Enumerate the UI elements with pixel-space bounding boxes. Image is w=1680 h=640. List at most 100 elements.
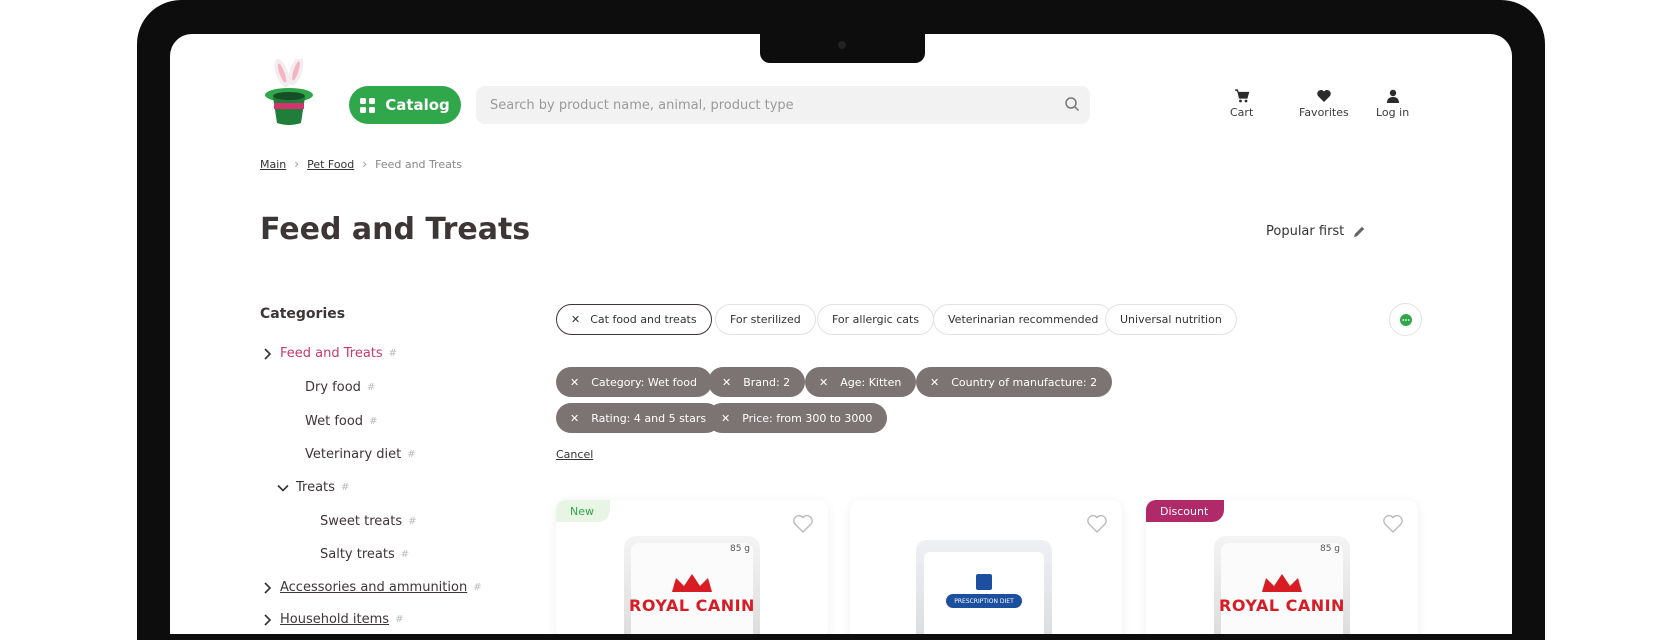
active-filter-label: Country of manufacture: 2 (951, 375, 1098, 389)
active-filter-brand[interactable]: ✕ Brand: 2 (708, 367, 806, 397)
breadcrumb-current: Feed and Treats (375, 157, 462, 171)
sidebar-item-label: Accessories and ammunition (280, 580, 468, 595)
quick-filter-label: For sterilized (730, 313, 801, 326)
close-icon[interactable]: ✕ (722, 376, 731, 389)
product-brand: ROYAL CANIN (1219, 596, 1345, 615)
catalog-button[interactable]: Catalog (349, 86, 461, 124)
sidebar-item-feed-and-treats[interactable]: Feed and Treats # (260, 346, 397, 361)
chevron-right-icon (260, 581, 274, 594)
hash-icon: # (369, 416, 378, 427)
hash-icon: # (395, 614, 404, 625)
active-filter-age[interactable]: ✕ Age: Kitten (805, 367, 917, 397)
chat-icon (1399, 313, 1412, 326)
categories-heading: Categories (260, 306, 346, 322)
close-icon[interactable]: ✕ (819, 376, 828, 389)
page-title: Feed and Treats (260, 212, 531, 247)
sidebar-item-veterinary-diet[interactable]: Veterinary diet # (305, 447, 416, 462)
sidebar-item-accessories[interactable]: Accessories and ammunition # (260, 580, 482, 595)
discount-badge: Discount (1146, 500, 1225, 522)
active-filter-rating[interactable]: ✕ Rating: 4 and 5 stars (556, 403, 722, 433)
search-input[interactable] (476, 86, 1050, 124)
product-card[interactable]: New 85 g ROYAL CANIN (556, 500, 828, 634)
sidebar-item-label: Salty treats (320, 547, 395, 562)
login-button[interactable]: Log in (1376, 89, 1409, 119)
quick-filter-vet-recommended[interactable]: Veterinarian recommended (933, 304, 1114, 335)
product-card[interactable]: Discount 85 g ROYAL CANIN (1146, 500, 1418, 634)
product-card[interactable]: PRESCRIPTION DIET (850, 500, 1122, 634)
heart-icon[interactable] (1382, 514, 1404, 534)
cancel-filters-link[interactable]: Cancel (556, 448, 593, 461)
favorites-label: Favorites (1299, 106, 1349, 119)
active-filter-label: Age: Kitten (840, 375, 902, 389)
sidebar-item-household[interactable]: Household items # (260, 612, 403, 627)
product-image: 85 g ROYAL CANIN (1214, 536, 1350, 634)
hash-icon: # (340, 482, 350, 493)
product-brand: ROYAL CANIN (629, 596, 755, 615)
chevron-right-icon: › (362, 157, 368, 171)
active-filter-label: Category: Wet food (591, 375, 697, 389)
sidebar-item-dry-food[interactable]: Dry food # (305, 380, 375, 395)
quick-filter-cat-food[interactable]: ✕ Cat food and treats (556, 304, 712, 335)
hash-icon: # (366, 382, 376, 393)
magic-hat-logo-icon[interactable] (260, 59, 318, 127)
sort-label: Popular first (1266, 224, 1345, 239)
close-icon[interactable]: ✕ (721, 412, 730, 425)
new-badge: New (556, 500, 610, 522)
sidebar-item-wet-food[interactable]: Wet food # (305, 414, 377, 429)
chevron-right-icon: › (294, 157, 300, 171)
sort-dropdown[interactable]: Popular first (1266, 224, 1366, 239)
close-icon[interactable]: ✕ (930, 376, 939, 389)
hash-icon: # (408, 516, 417, 527)
search-bar (476, 86, 1090, 124)
close-icon[interactable]: ✕ (570, 412, 579, 425)
chevron-right-icon (260, 613, 274, 626)
breadcrumb-main[interactable]: Main (260, 158, 286, 171)
quick-filter-allergic[interactable]: For allergic cats (817, 304, 935, 335)
sidebar-item-salty-treats[interactable]: Salty treats # (320, 547, 409, 562)
quick-filter-label: Veterinarian recommended (948, 313, 1099, 326)
camera-notch (760, 34, 925, 63)
breadcrumb-pet-food[interactable]: Pet Food (307, 158, 354, 171)
heart-icon[interactable] (1086, 514, 1108, 534)
product-image: 85 g ROYAL CANIN (624, 536, 760, 634)
active-filter-category[interactable]: ✕ Category: Wet food (556, 367, 712, 397)
quick-filter-label: Universal nutrition (1120, 313, 1222, 326)
quick-filter-label: For allergic cats (832, 313, 920, 326)
heart-icon[interactable] (792, 514, 814, 534)
hash-icon: # (473, 582, 482, 593)
heart-icon (1317, 90, 1331, 102)
quick-filter-label: Cat food and treats (590, 313, 697, 326)
chat-button[interactable] (1389, 303, 1422, 336)
active-filter-country[interactable]: ✕ Country of manufacture: 2 (916, 367, 1113, 397)
active-filter-price[interactable]: ✕ Price: from 300 to 3000 (707, 403, 888, 433)
product-brand: PRESCRIPTION DIET (946, 594, 1022, 608)
sidebar-item-treats[interactable]: Treats # (276, 480, 349, 495)
sidebar-item-label: Feed and Treats (280, 346, 383, 361)
active-filter-label: Brand: 2 (743, 375, 791, 389)
screen: Catalog Cart Favorites Log in Main › Pet… (170, 34, 1512, 634)
sidebar-item-label: Household items (280, 612, 390, 627)
quick-filter-sterilized[interactable]: For sterilized (715, 304, 816, 335)
product-weight: 85 g (729, 544, 750, 554)
crown-logo-icon (672, 574, 712, 592)
crown-logo-icon (1262, 574, 1302, 592)
close-icon[interactable]: ✕ (571, 313, 580, 326)
product-weight: 85 g (1319, 544, 1340, 554)
user-icon (1386, 89, 1399, 103)
cart-label: Cart (1230, 106, 1254, 119)
quick-filter-universal[interactable]: Universal nutrition (1105, 304, 1237, 335)
chevron-right-icon (260, 347, 274, 360)
search-icon[interactable] (1064, 96, 1080, 112)
sidebar-item-label: Treats (296, 480, 335, 495)
close-icon[interactable]: ✕ (570, 376, 579, 389)
login-label: Log in (1376, 106, 1410, 119)
hash-icon: # (407, 449, 416, 460)
sidebar-item-sweet-treats[interactable]: Sweet treats # (320, 514, 417, 529)
catalog-label: Catalog (385, 96, 450, 114)
favorites-button[interactable]: Favorites (1299, 89, 1349, 119)
active-filter-label: Rating: 4 and 5 stars (591, 411, 707, 425)
cart-button[interactable]: Cart (1230, 89, 1253, 119)
cart-icon (1234, 89, 1249, 103)
hash-icon: # (400, 549, 410, 560)
hash-icon: # (388, 348, 398, 359)
